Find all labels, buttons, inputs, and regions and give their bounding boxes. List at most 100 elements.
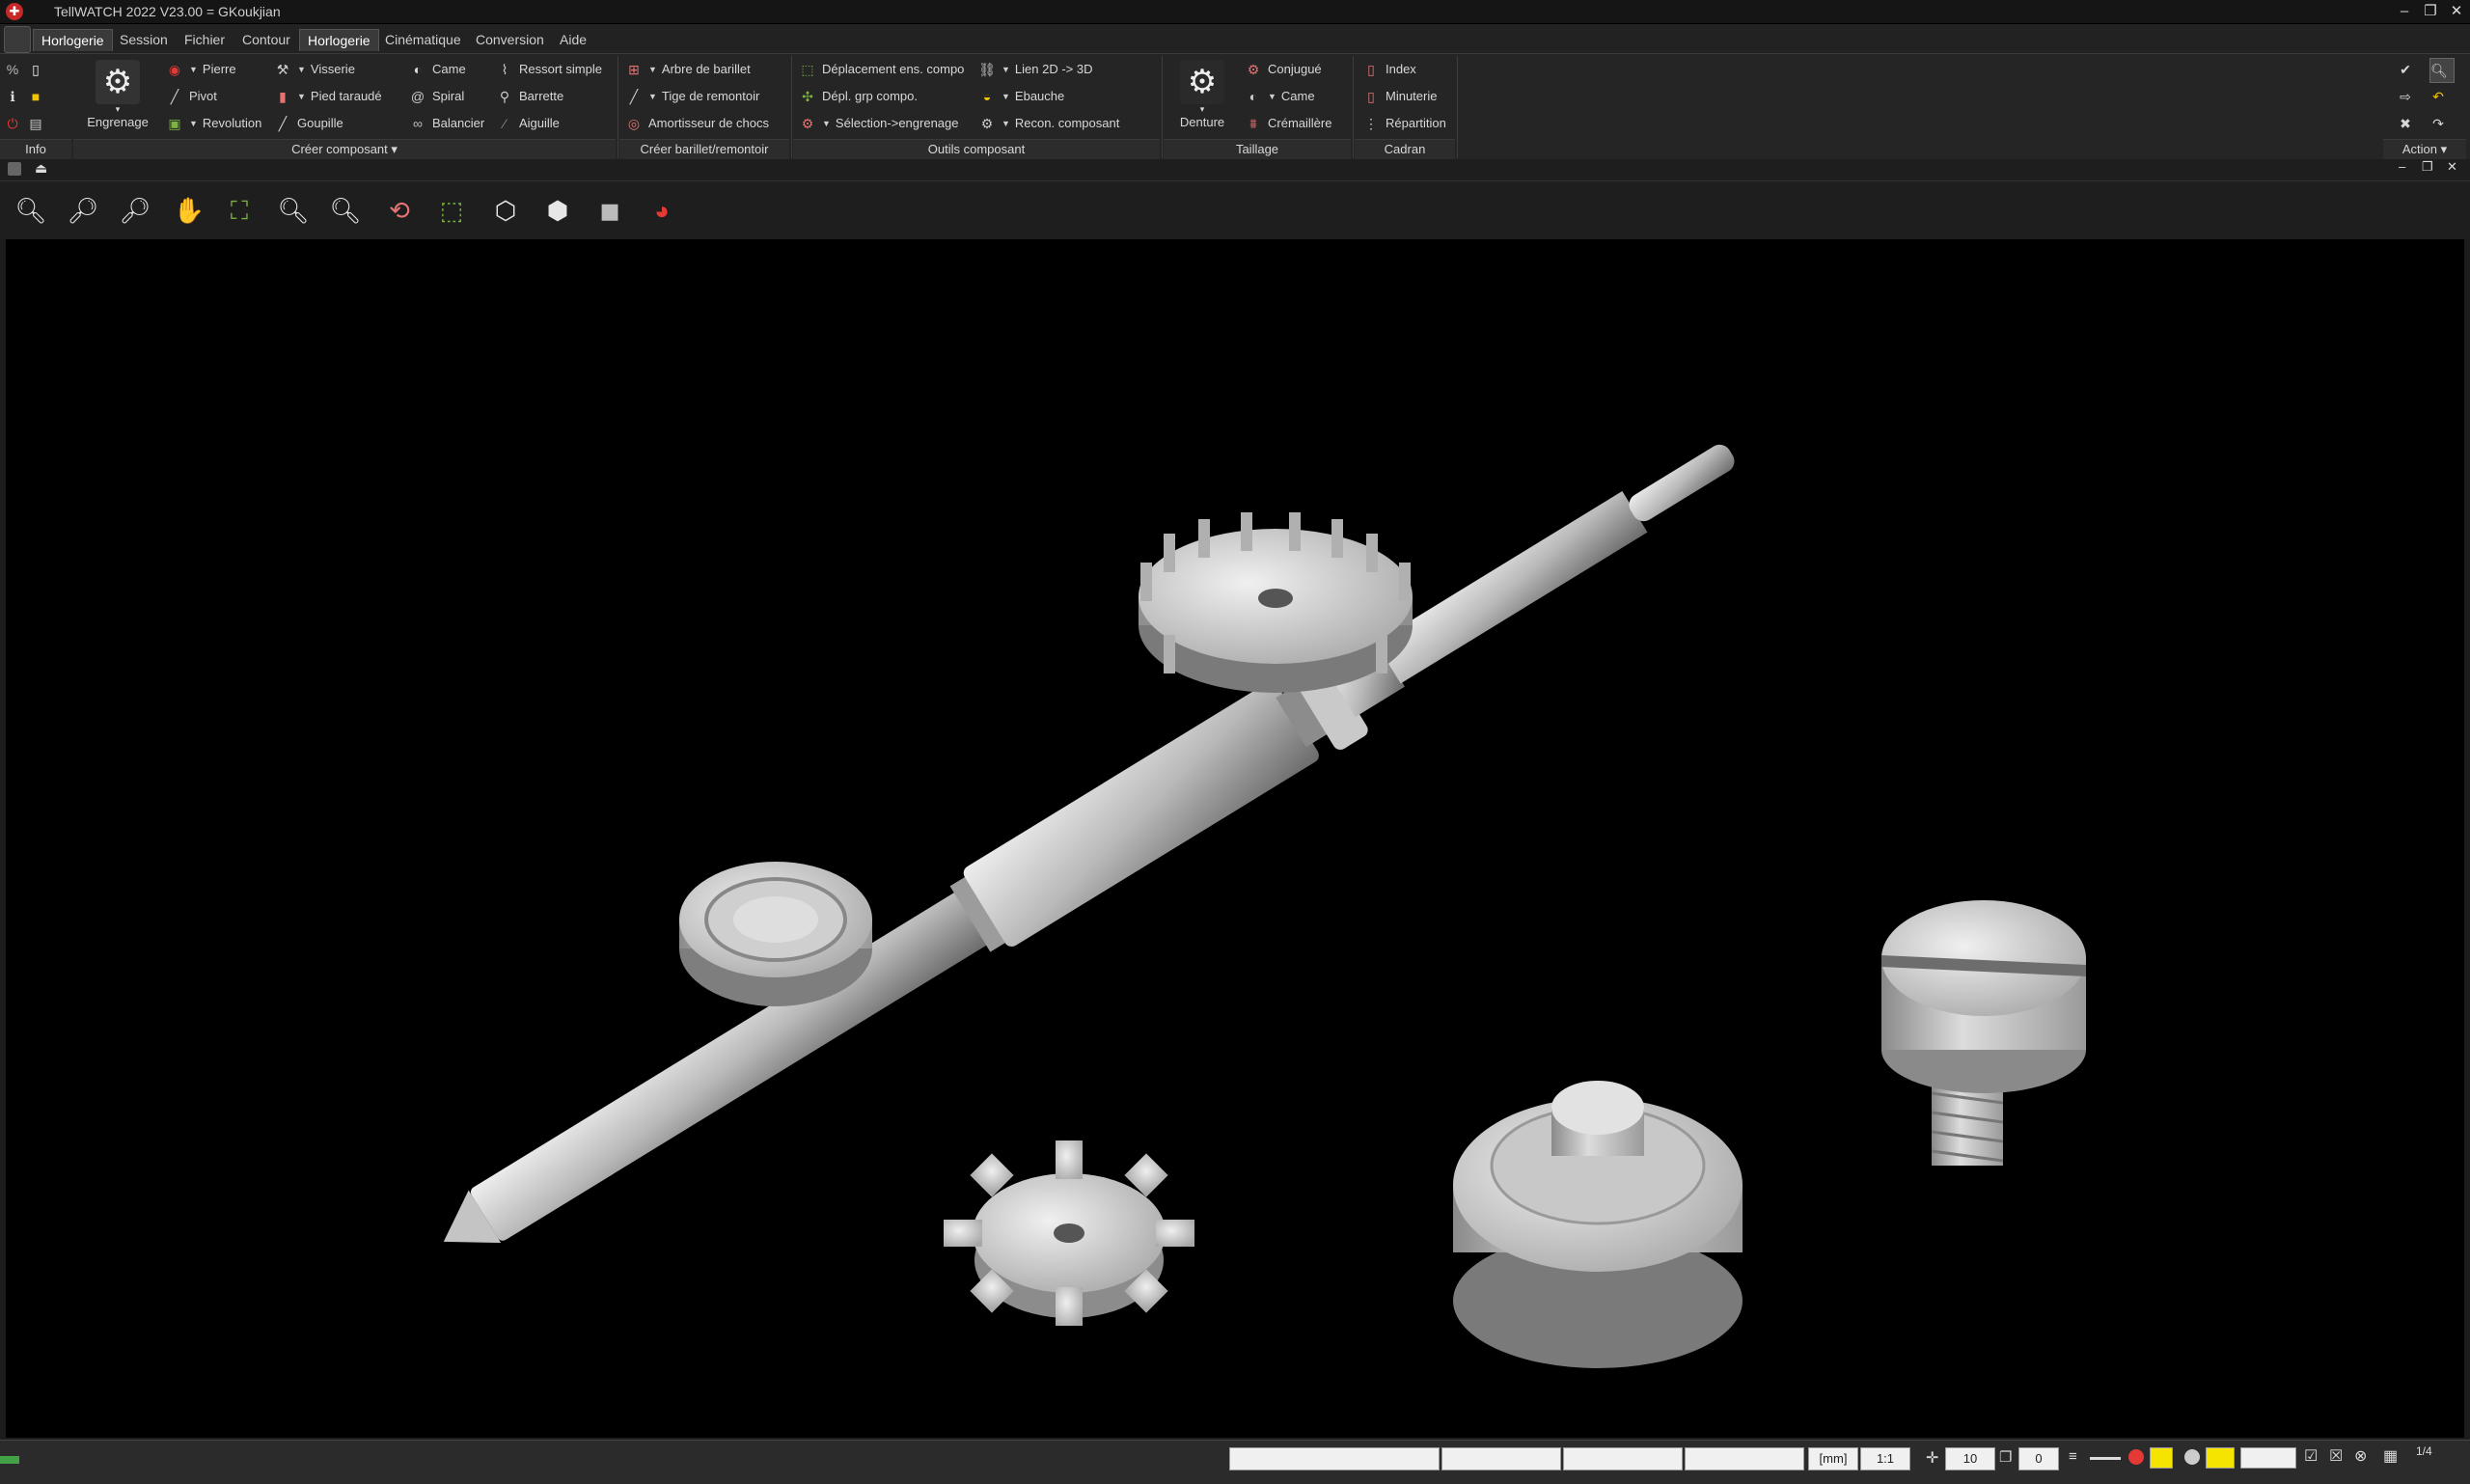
crown-wheel-part[interactable] (1139, 512, 1413, 693)
cancel-button[interactable]: ✖ (2397, 112, 2420, 135)
line-weight-icon[interactable] (2090, 1457, 2121, 1460)
doc-close-icon[interactable]: ✕ (2447, 159, 2457, 175)
menu-contour[interactable]: Contour (234, 29, 298, 50)
goupille-button[interactable]: ╱ Goupille (274, 112, 343, 135)
line-style-icon[interactable]: ≡ (2069, 1448, 2077, 1465)
view-cube-icon[interactable]: ⬚ (432, 191, 471, 230)
scale-field[interactable]: 1:1 (1860, 1447, 1910, 1470)
arbre-barillet-button[interactable]: ⊞ ▼ Arbre de barillet (625, 58, 751, 81)
shaded-icon[interactable]: ◼ (590, 191, 629, 230)
zoom-extents-icon[interactable]: ⛶ (220, 191, 259, 230)
close-button[interactable]: ✕ (2443, 0, 2470, 23)
pinion-part[interactable] (944, 1140, 1194, 1326)
repartition-button[interactable]: ⋮ Répartition (1362, 112, 1446, 135)
zoom-window-icon[interactable]: 🔎︎ (64, 191, 102, 230)
wireframe-icon[interactable]: ⬡ (486, 191, 525, 230)
color-swatch[interactable] (2150, 1447, 2173, 1469)
doc-restore-icon[interactable]: ❐ (2422, 159, 2433, 175)
fill-icon[interactable] (2184, 1449, 2200, 1465)
menu-session[interactable]: Session (112, 29, 176, 50)
app-menu-icon[interactable] (4, 26, 31, 53)
visserie-button[interactable]: ⚒ ▼ Visserie (274, 58, 355, 81)
minuterie-button[interactable]: ▯ Minuterie (1362, 85, 1437, 108)
lien-2d-3d-button[interactable]: ⛓ ▼ Lien 2D -> 3D (978, 58, 1092, 81)
grid-toggle-icon[interactable]: ▦ (2383, 1446, 2398, 1466)
aiguille-button[interactable]: ⁄ Aiguille (496, 112, 560, 135)
zoom-dynamic-icon[interactable]: 🔎︎ (116, 191, 154, 230)
jewel-setting-part[interactable] (1453, 1081, 1743, 1368)
render-sphere-icon[interactable]: ◕ (643, 191, 681, 230)
group-label-creer[interactable]: Créer composant ▾ (73, 139, 616, 159)
ressort-simple-button[interactable]: ⌇ Ressort simple (496, 58, 602, 81)
pied-taraude-button[interactable]: ▮ ▼ Pied taraudé (274, 85, 382, 108)
window-title: TellWATCH 2022 V23.00 = GKoukjian (54, 4, 281, 19)
line-preview[interactable] (2240, 1447, 2296, 1469)
info-icon[interactable]: ℹ (4, 88, 21, 105)
shock-absorber-part[interactable] (679, 862, 872, 1006)
menu-conversion[interactable]: Conversion (468, 29, 552, 50)
percent-icon[interactable]: % (4, 61, 21, 78)
engrenage-button[interactable]: ⚙ ▾ Engrenage (83, 60, 152, 129)
zoom-in-icon[interactable]: 🔍︎ (274, 191, 313, 230)
layer-icon[interactable]: ❐ (1999, 1448, 2012, 1466)
pan-hand-icon[interactable]: ✋ (170, 191, 208, 230)
grid-field[interactable]: 10 (1945, 1447, 1995, 1470)
group-label-action[interactable]: Action ▾ (2383, 139, 2466, 159)
ebauche-button[interactable]: ◒ ▼ Ebauche (978, 85, 1064, 108)
color-wheel-icon[interactable] (2128, 1449, 2144, 1465)
amortisseur-chocs-button[interactable]: ◎ Amortisseur de chocs (625, 112, 769, 135)
pierre-button[interactable]: ◉ ▼ Pierre (166, 58, 236, 81)
ortho-toggle-icon[interactable]: ☒ (2329, 1446, 2343, 1466)
hidden-line-icon[interactable]: ⬢ (538, 191, 577, 230)
3d-viewport[interactable] (6, 239, 2464, 1438)
power-icon[interactable]: ⏻ (4, 115, 21, 132)
validate-button[interactable]: ✔ (2397, 58, 2420, 81)
fill-swatch[interactable] (2206, 1447, 2235, 1469)
came-taillage-button[interactable]: ◐ ▼ Came (1245, 85, 1315, 108)
save-icon[interactable]: ▤ (27, 115, 44, 132)
document-icon[interactable] (8, 162, 21, 176)
menu-fichier[interactable]: Fichier (177, 29, 233, 50)
zoom-icon[interactable]: 🔍︎ (12, 191, 50, 230)
minimize-button[interactable]: – (2391, 0, 2418, 23)
snap-toggle-icon[interactable]: ☑ (2304, 1446, 2318, 1466)
depl-grp-button[interactable]: ✣ Dépl. grp compo. (799, 85, 918, 108)
selection-engrenage-button[interactable]: ⚙ ▼ Sélection->engrenage (799, 112, 959, 135)
conjugue-button[interactable]: ⚙ Conjugué (1245, 58, 1322, 81)
denture-button[interactable]: ⚙ ▾ Denture (1169, 60, 1235, 129)
grid-snap-icon[interactable]: ✛ (1926, 1448, 1938, 1468)
deplacement-button[interactable]: ⬚ Déplacement ens. compo (799, 58, 964, 81)
balancier-button[interactable]: ∞ Balancier (409, 112, 484, 135)
cremaillere-button[interactable]: ⩩ Crémaillère (1245, 112, 1331, 135)
index-button[interactable]: ▯ Index (1362, 58, 1416, 81)
spiral-button[interactable]: @ Spiral (409, 85, 464, 108)
rotate-view-icon[interactable]: ⟲ (380, 191, 419, 230)
menu-cinematique[interactable]: Cinématique (377, 29, 469, 50)
open-folder-icon[interactable]: ■ (27, 88, 44, 105)
redo-button[interactable]: ↷ (2429, 112, 2453, 135)
menu-horlogerie-home[interactable]: Horlogerie (33, 29, 113, 51)
barrette-button[interactable]: ⚲ Barrette (496, 85, 563, 108)
maximize-button[interactable]: ❐ (2417, 0, 2444, 23)
aiguille-label: Aiguille (519, 116, 560, 130)
menu-horlogerie[interactable]: Horlogerie (299, 29, 379, 51)
unit-field[interactable]: [mm] (1808, 1447, 1858, 1470)
layer-field[interactable]: 0 (2018, 1447, 2059, 1470)
polar-toggle-icon[interactable]: ⊗ (2354, 1446, 2367, 1466)
spiral-icon: @ (410, 89, 425, 104)
tige-remontoir-button[interactable]: ╱ ▼ Tige de remontoir (625, 85, 760, 108)
recon-composant-button[interactable]: ⚙ ▼ Recon. composant (978, 112, 1120, 135)
zoom-tool-button[interactable]: 🔍︎ (2429, 58, 2455, 83)
eject-icon[interactable]: ⏏ (35, 160, 47, 177)
page-indicator[interactable]: 1/4 (2416, 1444, 2432, 1458)
undo-button[interactable]: ↶ (2429, 85, 2453, 108)
menu-aide[interactable]: Aide (552, 29, 594, 50)
doc-minimize-icon[interactable]: – (2399, 159, 2405, 174)
new-file-icon[interactable]: ▯ (27, 61, 44, 78)
pivot-button[interactable]: ╱ Pivot (166, 85, 217, 108)
screw-part[interactable] (1881, 900, 2086, 1166)
export-button[interactable]: ⇨ (2397, 85, 2420, 108)
revolution-button[interactable]: ▣ ▼ Revolution (166, 112, 261, 135)
came-button[interactable]: ◐ Came (409, 58, 466, 81)
zoom-out-icon[interactable]: 🔍︎ (326, 191, 365, 230)
